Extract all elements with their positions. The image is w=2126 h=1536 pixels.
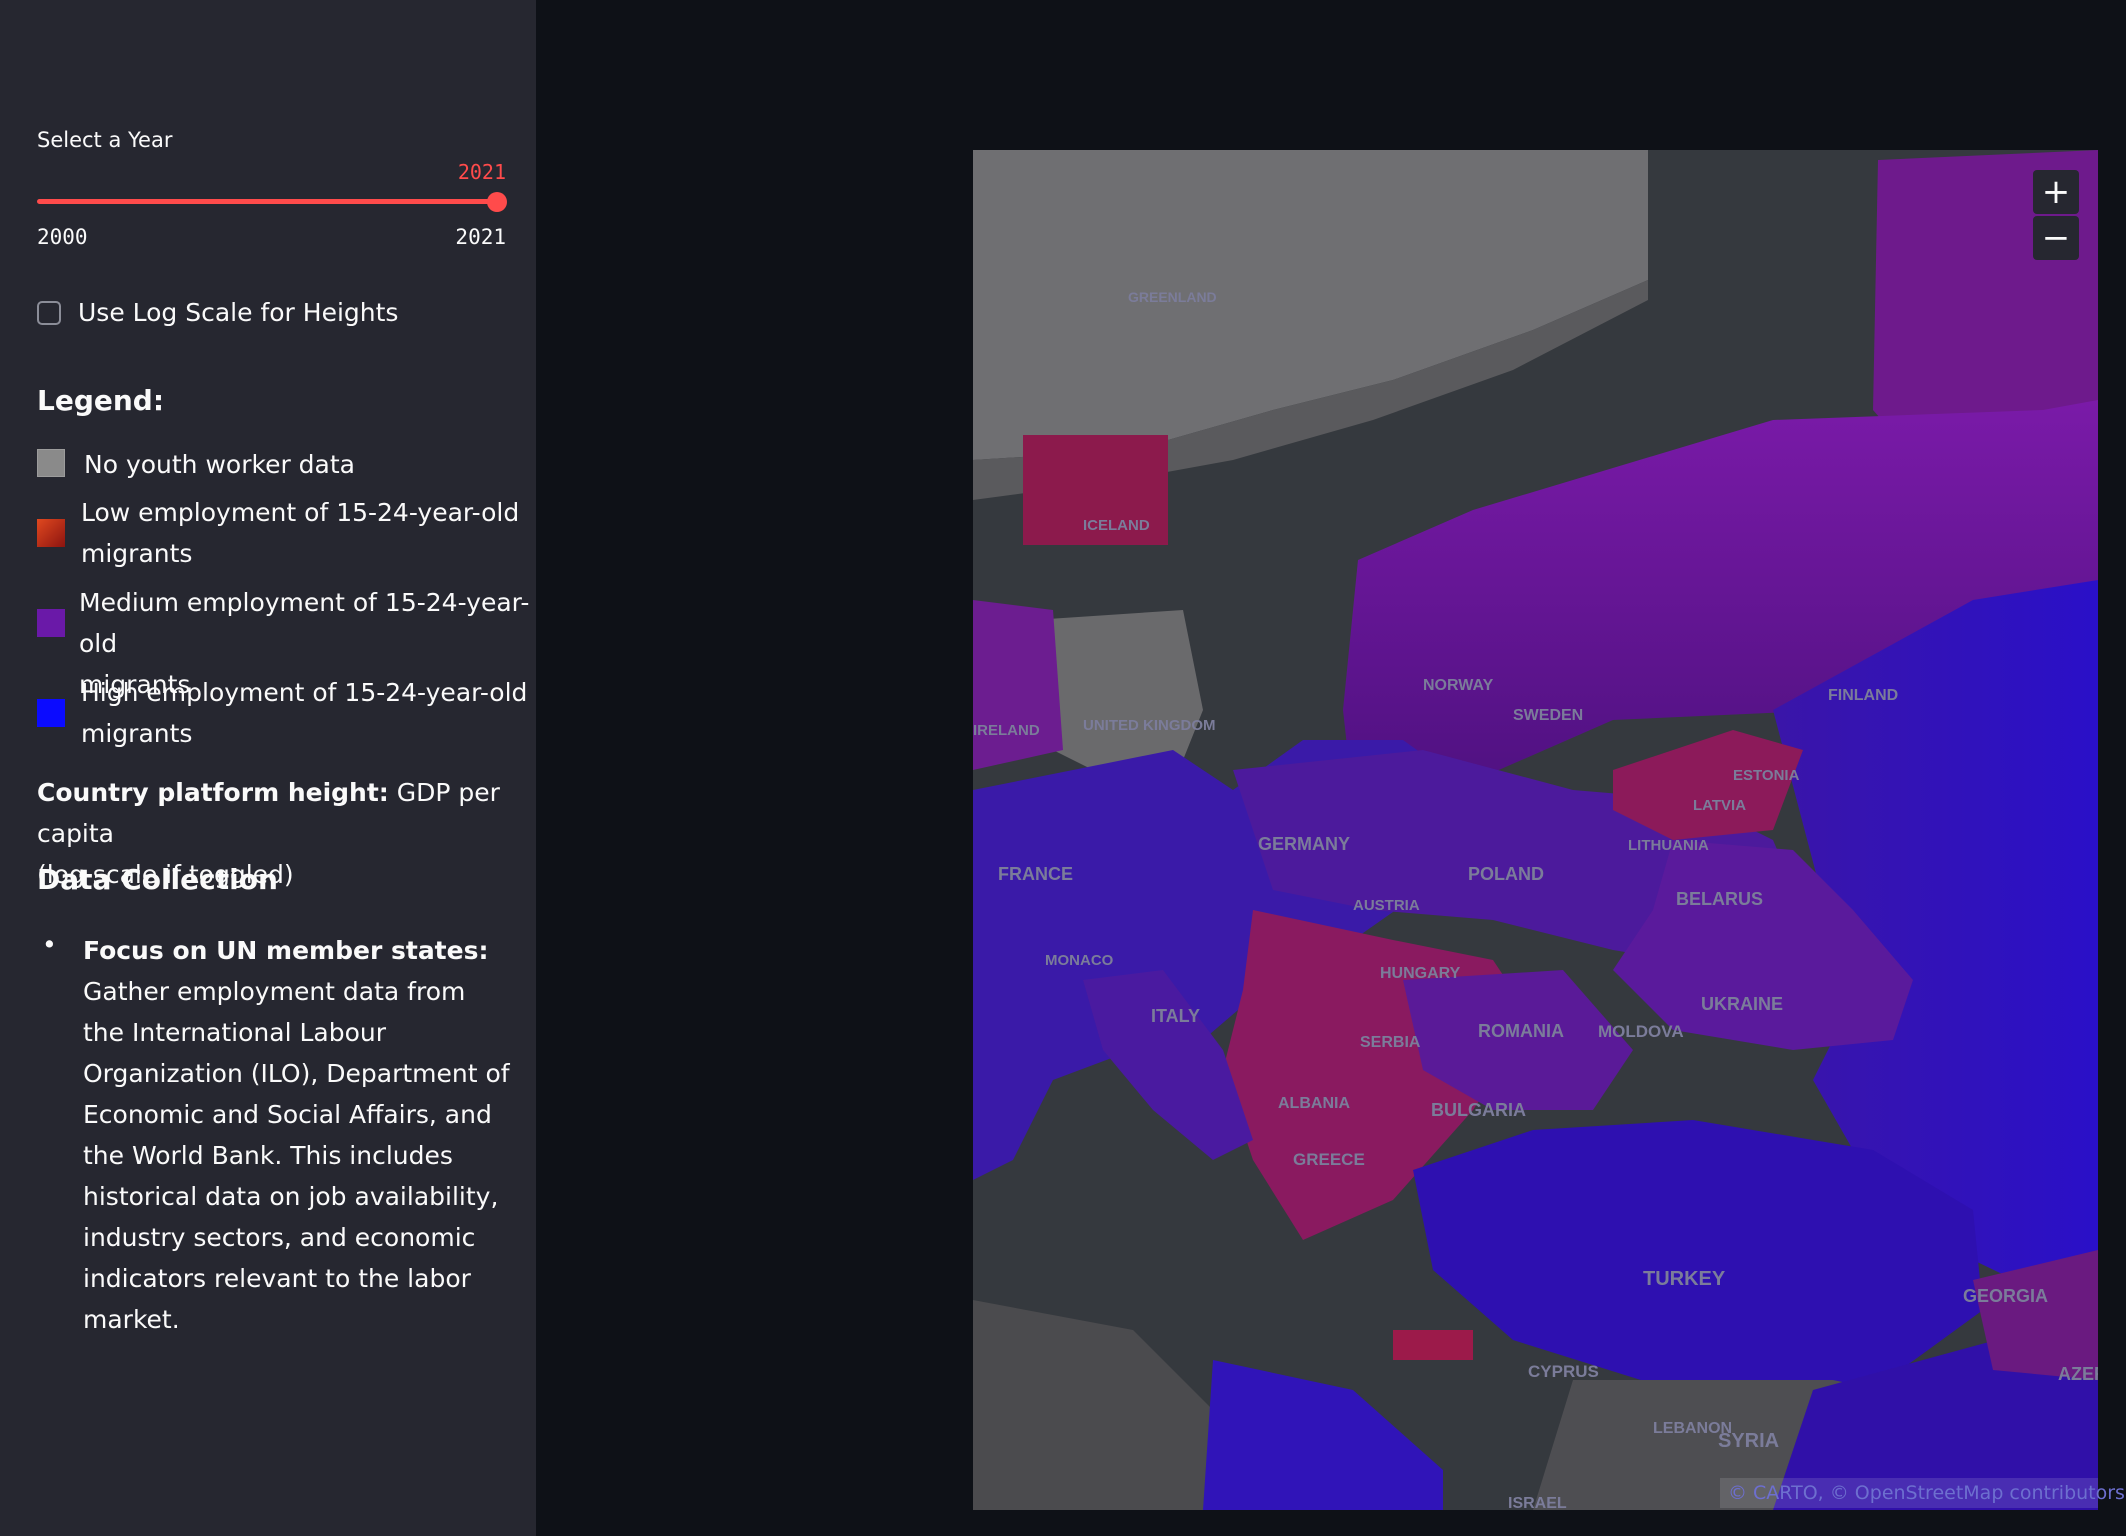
data-collection-text: Gather employment data from the Internat… [83,977,510,1334]
map-label-israel: ISRAEL [1508,1495,1567,1510]
map-label-serbia: SERBIA [1360,1034,1421,1051]
year-slider-track[interactable] [37,199,497,204]
zoom-out-button[interactable]: − [2033,216,2079,260]
map-label-hungary: HUNGARY [1380,965,1461,982]
legend-line: migrants [81,539,193,568]
data-collection-item: Focus on UN member states: Gather employ… [83,930,513,1340]
map-label-greece: GREECE [1293,1150,1365,1169]
map-attribution[interactable]: © CARTO, © OpenStreetMap contributors [1720,1478,2125,1508]
map-label-turkey: TURKEY [1643,1268,1726,1290]
map-label-germany: GERMANY [1258,834,1350,854]
map-label-iceland: ICELAND [1083,517,1150,534]
map-label-moldova: MOLDOVA [1598,1022,1684,1041]
map-label-cyprus: CYPRUS [1528,1362,1599,1381]
map-label-azerbaijan: AZERBAIJAN [2058,1364,2098,1384]
legend-swatch-low [37,519,65,547]
map-label-poland: POLAND [1468,864,1544,884]
legend-line: migrants [81,719,193,748]
map-label-belarus: BELARUS [1676,889,1763,909]
map-label-lithuania: LITHUANIA [1628,837,1709,854]
map-label-greenland: GREENLAND [1128,289,1217,305]
legend-label-low: Low employment of 15-24-year-old migrant… [81,492,519,574]
map-label-uk: UNITED KINGDOM [1083,717,1216,734]
map-canvas[interactable]: GREENLAND ICELAND NORWAY SWEDEN FINLAND … [973,150,2098,1510]
year-slider-max: 2021 [455,225,506,249]
map-label-ireland: IRELAND [973,722,1040,739]
year-slider-thumb[interactable] [487,192,507,212]
sidebar: Select a Year 2021 2000 2021 Use Log Sca… [0,0,536,1536]
bullet-marker: • [42,930,57,959]
year-slider-min: 2000 [37,225,88,249]
legend-label-no-data: No youth worker data [84,444,355,485]
zoom-in-button[interactable]: + [2033,170,2079,214]
map-label-austria: AUSTRIA [1353,897,1420,914]
data-collection-bold: Focus on UN member states: [83,936,489,965]
map-label-lebanon: LEBANON [1653,1420,1732,1437]
map-label-albania: ALBANIA [1278,1095,1350,1112]
data-collection-title: Data Collection [37,863,278,896]
platform-height-bold: Country platform height: [37,778,389,807]
map-label-finland: FINLAND [1828,687,1898,704]
map-label-bulgaria: BULGARIA [1431,1100,1526,1120]
legend-title: Legend: [37,384,165,417]
legend-line: No youth worker data [84,450,355,479]
map-label-italy: ITALY [1151,1006,1200,1026]
map-label-latvia: LATVIA [1693,797,1746,814]
year-slider-value: 2021 [457,160,506,184]
legend-swatch-no-data [37,449,65,477]
map-3d-view[interactable]: GREENLAND ICELAND NORWAY SWEDEN FINLAND … [973,150,2098,1510]
log-scale-checkbox[interactable] [37,301,61,325]
cyprus-region [1393,1330,1473,1360]
ireland-region [973,600,1063,770]
map-label-norway: NORWAY [1423,677,1494,694]
map-label-sweden: SWEDEN [1513,707,1583,724]
map-label-france: FRANCE [998,864,1073,884]
log-scale-label[interactable]: Use Log Scale for Heights [78,298,398,327]
year-slider-label: Select a Year [37,128,173,152]
map-label-monaco: MONACO [1045,952,1114,969]
map-label-ukraine: UKRAINE [1701,994,1783,1014]
map-label-georgia: GEORGIA [1963,1286,2048,1306]
legend-swatch-high [37,699,65,727]
map-label-estonia: ESTONIA [1733,767,1800,784]
legend-line: High employment of 15-24-year-old [81,678,528,707]
legend-swatch-medium [37,609,65,637]
legend-line: Medium employment of 15-24-year-old [79,588,530,658]
map-label-romania: ROMANIA [1478,1021,1564,1041]
legend-label-high: High employment of 15-24-year-old migran… [81,672,527,754]
legend-line: Low employment of 15-24-year-old [81,498,520,527]
